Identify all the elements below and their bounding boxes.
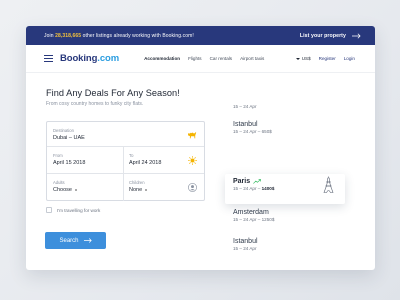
- search-button-label: Search: [59, 237, 79, 244]
- deal-price: 1250$: [261, 217, 275, 222]
- stepper-icon: [74, 188, 77, 192]
- list-property-label: List your property: [299, 32, 346, 39]
- from-value: April 15 2018: [53, 160, 86, 166]
- deal-city: Paris: [233, 178, 251, 185]
- search-button[interactable]: Search: [45, 232, 106, 249]
- hero: Find Any Deals For Any Season! From cosy…: [46, 88, 180, 107]
- deal-dates: 15 – 24 Apr –: [233, 129, 261, 134]
- page-title: Find Any Deals For Any Season!: [46, 88, 180, 98]
- stepper-icon: [145, 188, 148, 192]
- booking-logo[interactable]: Booking.com: [60, 53, 119, 64]
- deal-item[interactable]: 15 – 24 Apr: [233, 103, 257, 109]
- work-travel-label: I'm travelling for work: [57, 207, 101, 213]
- camel-icon: [188, 132, 197, 139]
- adults-value: Choose: [53, 187, 72, 193]
- deal-item[interactable]: Amsterdam 15 – 24 Apr – 1250$: [233, 209, 274, 222]
- caret-down-icon: [295, 57, 300, 60]
- main-nav: Accommodation Flights Car rentals Airpor…: [144, 56, 264, 61]
- deal-price: 650$: [261, 129, 272, 134]
- deal-dates: 15 – 24 Apr: [233, 246, 257, 251]
- menu-icon[interactable]: [44, 55, 53, 62]
- deal-item[interactable]: Istanbul 15 – 24 Apr – 650$: [233, 121, 272, 134]
- promo-count: 28,318,665: [55, 32, 82, 39]
- trend-up-icon: [253, 179, 262, 184]
- arrow-right-icon: [83, 238, 92, 243]
- login-link[interactable]: Login: [344, 56, 355, 61]
- deal-item[interactable]: Istanbul 15 – 24 Apr: [233, 238, 258, 251]
- site-header: Booking.com Accommodation Flights Car re…: [26, 45, 375, 73]
- sun-icon: [188, 156, 197, 165]
- from-label: From: [53, 153, 63, 158]
- page-subtitle: From cosy country homes to funky city fl…: [46, 101, 144, 107]
- destination-value: Dubai – UAE: [53, 135, 85, 141]
- nav-flights[interactable]: Flights: [188, 56, 202, 61]
- list-property-link[interactable]: List your property: [300, 33, 361, 39]
- booking-window: Join 28,318,665 other listings already w…: [26, 26, 375, 270]
- children-value: None: [129, 187, 143, 193]
- deal-city: Amsterdam: [233, 209, 269, 216]
- from-date-field[interactable]: From April 15 2018: [47, 147, 123, 173]
- user-avatar-icon: [188, 183, 197, 192]
- search-form: Destination Dubai – UAE From April 15 20…: [46, 121, 205, 201]
- promo-bar: Join 28,318,665 other listings already w…: [26, 26, 375, 45]
- adults-label: Adults: [53, 180, 65, 185]
- destination-field[interactable]: Destination Dubai – UAE: [47, 122, 204, 146]
- deal-city: Istanbul: [233, 238, 258, 245]
- currency-selector[interactable]: US$: [295, 56, 311, 61]
- adults-field[interactable]: Adults Choose: [47, 174, 123, 201]
- nav-accommodation[interactable]: Accommodation: [144, 56, 180, 61]
- work-travel-option[interactable]: I'm travelling for work: [46, 207, 100, 213]
- deal-dates: 15 – 24 Apr –: [233, 217, 261, 222]
- nav-airport-taxis[interactable]: Airport taxis: [240, 56, 264, 61]
- deal-dates: 15 – 24 Apr –: [233, 186, 261, 191]
- arrow-right-icon: [352, 32, 361, 39]
- promo-prefix: Join: [44, 32, 54, 39]
- register-link[interactable]: Register: [319, 56, 336, 61]
- nav-car-rentals[interactable]: Car rentals: [210, 56, 232, 61]
- destination-label: Destination: [53, 128, 74, 133]
- eiffel-tower-icon: [323, 176, 334, 193]
- deal-item[interactable]: Paris 15 – 24 Apr – 1400$: [233, 178, 274, 191]
- deal-city: Istanbul: [233, 121, 258, 128]
- deal-price: 1400$: [261, 186, 275, 191]
- header-actions: US$ Register Login: [295, 56, 355, 61]
- work-travel-checkbox[interactable]: [46, 207, 52, 213]
- promo-suffix: other listings already working with Book…: [82, 32, 194, 39]
- deal-dates: 15 – 24 Apr: [233, 104, 257, 109]
